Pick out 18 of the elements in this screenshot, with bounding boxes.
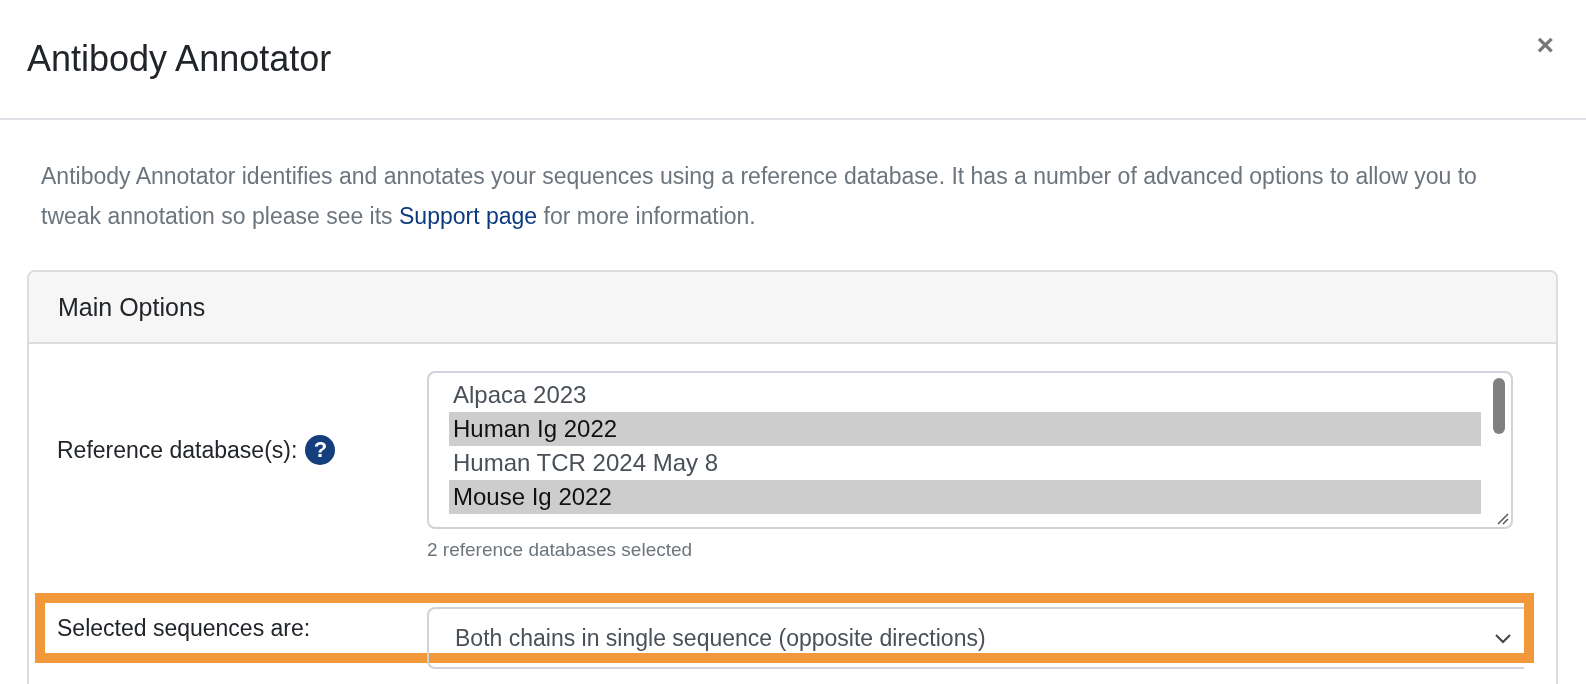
panel-title: Main Options (29, 272, 1556, 344)
caret-icon (1494, 632, 1512, 644)
field-label: Reference database(s): (57, 436, 298, 464)
scrollbar-thumb[interactable] (1493, 378, 1505, 434)
list-option[interactable]: Human TCR 2024 May 8 (449, 446, 1481, 480)
list-option[interactable]: Alpaca 2023 (449, 378, 1481, 412)
resize-handle-icon[interactable] (1495, 511, 1509, 525)
selection-hint: 2 reference databases selected (427, 539, 694, 561)
list-option[interactable]: Human Ig 2022 (449, 412, 1481, 446)
help-icon[interactable]: ? (305, 435, 336, 465)
sequence-type-select[interactable]: Both chains in single sequence (opposite directions) (427, 607, 1524, 669)
description-text: Antibody Annotator identifies and annotates your sequences using a reference database. It has a number of advanced options to allow you to tweak annotation so please see its Support page for more information. (41, 162, 1478, 231)
list-option[interactable]: Mouse Ig 2022 (449, 480, 1481, 514)
dialog-title: Antibody Annotator (27, 38, 332, 80)
support-link[interactable]: Support page (399, 203, 538, 229)
field-label: Selected sequences are: (57, 614, 311, 642)
database-listbox[interactable]: Alpaca 2023 Human Ig 2022 Human TCR 2024 May 8 Mouse Ig 2022 (427, 371, 1513, 529)
close-button[interactable]: × (1532, 28, 1558, 62)
